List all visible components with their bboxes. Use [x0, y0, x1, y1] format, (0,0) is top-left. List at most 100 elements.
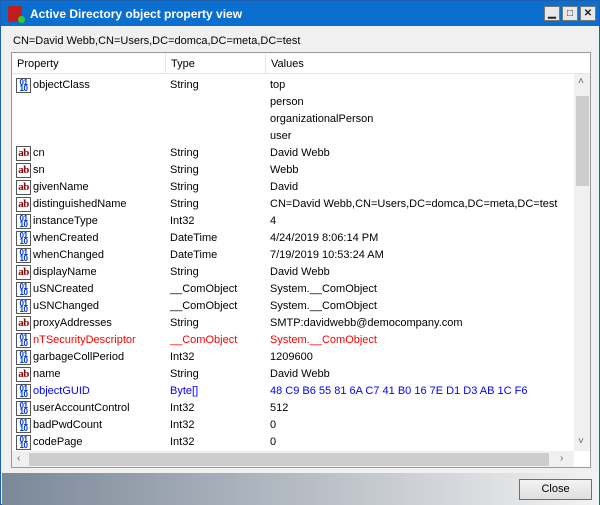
- property-name: userAccountControl: [33, 402, 130, 414]
- table-row[interactable]: 01 10 whenCreated DateTime 4/24/2019 8:06:14…: [12, 230, 572, 247]
- string-icon: ab: [16, 197, 31, 212]
- property-name: badPwdCount: [33, 419, 103, 431]
- property-name: sn: [33, 164, 45, 176]
- property-name: cn: [33, 147, 45, 159]
- horizontal-scroll-thumb[interactable]: [29, 453, 549, 466]
- property-type: Int32: [170, 436, 195, 448]
- property-value: 0: [270, 419, 277, 431]
- property-name: uSNChanged: [33, 300, 100, 312]
- table-row[interactable]: ab distinguishedName String CN=David Webb,C…: [12, 196, 572, 213]
- property-type: Int32: [170, 351, 195, 363]
- scroll-down-icon[interactable]: ˅: [578, 436, 584, 447]
- property-value: 48 C9 B6 55 81 6A C7 41 B0 16 7E D1 D3 A…: [270, 385, 528, 397]
- property-name: objectClass: [33, 79, 90, 91]
- property-value: top: [270, 79, 286, 91]
- binary-icon: 01 10: [16, 418, 31, 433]
- column-header-property[interactable]: Property: [17, 58, 59, 70]
- column-header-values[interactable]: Values: [271, 58, 304, 70]
- binary-icon: 01 10: [16, 248, 31, 263]
- maximize-button[interactable]: □: [562, 6, 578, 21]
- table-row[interactable]: 01 10 whenChanged DateTime 7/19/2019 10:53:2…: [12, 247, 572, 264]
- table-row[interactable]: 01 10 nTSecurityDescriptor __ComObject Syste…: [12, 332, 572, 349]
- binary-icon: 01 10: [16, 435, 31, 450]
- property-name: instanceType: [33, 215, 98, 227]
- property-value: 4: [270, 215, 277, 227]
- table-row[interactable]: 01 10 uSNCreated __ComObject System.__ComObj…: [12, 281, 572, 298]
- binary-icon: 01 10: [16, 231, 31, 246]
- property-value: person: [270, 96, 304, 108]
- property-name: proxyAddresses: [33, 317, 112, 329]
- scroll-right-icon[interactable]: ›: [560, 453, 563, 464]
- minimize-button[interactable]: ▁: [544, 6, 560, 21]
- table-row[interactable]: ab proxyAddresses String SMTP:davidwebb@dem…: [12, 315, 572, 332]
- property-value: SMTP:davidwebb@democompany.com: [270, 317, 463, 329]
- window-title: Active Directory object property view: [30, 6, 243, 21]
- dialog-window: Active Directory object property view ▁ …: [0, 0, 600, 505]
- property-value: System.__ComObject: [270, 300, 377, 312]
- table-row[interactable]: 01 10 instanceType Int32 4: [12, 213, 572, 230]
- property-type: Int32: [170, 419, 195, 431]
- column-header-type[interactable]: Type: [171, 58, 195, 70]
- string-icon: ab: [16, 316, 31, 331]
- property-type: __ComObject: [170, 334, 238, 346]
- title-bar: Active Directory object property view ▁ …: [1, 1, 599, 26]
- binary-icon: 01 10: [16, 333, 31, 348]
- table-row[interactable]: 01 10 objectGUID Byte[] 48 C9 B6 55 81 6A C7…: [12, 383, 572, 400]
- property-type: String: [170, 164, 199, 176]
- property-type: Byte[]: [170, 385, 199, 397]
- property-name: distinguishedName: [33, 198, 127, 210]
- property-value: 512: [270, 402, 289, 414]
- table-row[interactable]: 01 10 uSNChanged __ComObject System.__ComObj…: [12, 298, 572, 315]
- scroll-up-icon[interactable]: ˄: [578, 76, 584, 87]
- property-name: givenName: [33, 181, 89, 193]
- scroll-left-icon[interactable]: ‹: [17, 453, 20, 464]
- vertical-scroll-thumb[interactable]: [576, 96, 589, 186]
- property-value: David Webb: [270, 368, 330, 380]
- binary-icon: 01 10: [16, 282, 31, 297]
- property-name: nTSecurityDescriptor: [33, 334, 136, 346]
- property-value: Webb: [270, 164, 299, 176]
- property-value: David: [270, 181, 299, 193]
- table-row[interactable]: 01 10 objectClass String top person organizati…: [12, 77, 572, 142]
- table-row[interactable]: 01 10 garbageCollPeriod Int32 1209600: [12, 349, 572, 366]
- property-type: String: [170, 181, 199, 193]
- property-list[interactable]: Property Type Values 01 10 objectClass Stri…: [11, 52, 591, 468]
- property-type: String: [170, 79, 199, 91]
- property-value: user: [270, 130, 292, 142]
- object-path: CN=David Webb,CN=Users,DC=domca,DC=meta,…: [13, 35, 301, 47]
- property-type: Int32: [170, 215, 195, 227]
- property-name: whenChanged: [33, 249, 104, 261]
- table-row[interactable]: ab name String David Webb: [12, 366, 572, 383]
- binary-icon: 01 10: [16, 350, 31, 365]
- property-value: David Webb: [270, 147, 330, 159]
- table-row[interactable]: ab cn String David Webb: [12, 145, 572, 162]
- close-window-button[interactable]: ✕: [580, 6, 596, 21]
- table-row[interactable]: 01 10 codePage Int32 0: [12, 434, 572, 451]
- table-row[interactable]: ab sn String Webb: [12, 162, 572, 179]
- string-icon: ab: [16, 146, 31, 161]
- property-type: String: [170, 198, 199, 210]
- property-type: __ComObject: [170, 300, 238, 312]
- property-name: uSNCreated: [33, 283, 94, 295]
- vertical-scrollbar[interactable]: ˄ ˅: [574, 74, 590, 451]
- table-row[interactable]: ab givenName String David: [12, 179, 572, 196]
- table-row[interactable]: 01 10 badPwdCount Int32 0: [12, 417, 572, 434]
- binary-icon: 01 10: [16, 299, 31, 314]
- binary-icon: 01 10: [16, 384, 31, 399]
- property-value: System.__ComObject: [270, 334, 377, 346]
- string-icon: ab: [16, 367, 31, 382]
- table-row[interactable]: 01 10 userAccountControl Int32 512: [12, 400, 572, 417]
- property-name: name: [33, 368, 61, 380]
- property-type: DateTime: [170, 232, 218, 244]
- list-header: Property Type Values: [12, 53, 590, 74]
- property-type: __ComObject: [170, 283, 238, 295]
- table-row[interactable]: ab displayName String David Webb: [12, 264, 572, 281]
- binary-icon: 01 10: [16, 214, 31, 229]
- horizontal-scrollbar[interactable]: ‹ ›: [12, 451, 574, 467]
- binary-icon: 01 10: [16, 401, 31, 416]
- property-name: displayName: [33, 266, 97, 278]
- close-button[interactable]: Close: [519, 479, 592, 500]
- property-type: DateTime: [170, 249, 218, 261]
- property-name: garbageCollPeriod: [33, 351, 125, 363]
- string-icon: ab: [16, 163, 31, 178]
